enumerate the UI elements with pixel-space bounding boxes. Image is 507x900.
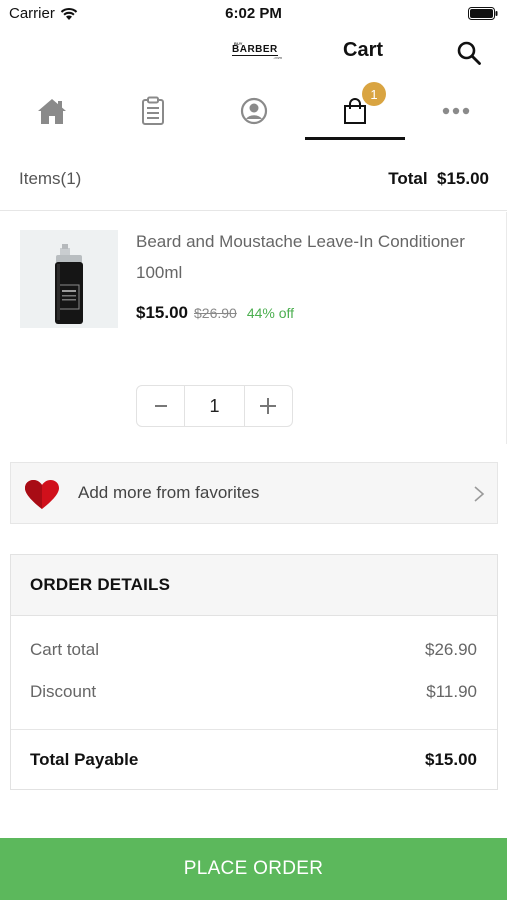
original-price: $26.90 [194,305,237,321]
plus-icon [260,398,277,414]
tab-cart[interactable] [305,80,405,142]
cart-summary: Items(1) Total $15.00 [0,160,507,196]
total-payable-row: Total Payable $15.00 [30,750,477,770]
heart-icon [25,480,59,509]
brand-logo[interactable]: BUY BARBER .com [232,41,284,60]
divider [11,729,497,730]
search-icon [457,41,481,65]
discount-label: Discount [30,682,97,701]
tab-profile[interactable] [204,80,304,142]
add-from-favorites[interactable]: Add more from favorites [10,462,498,524]
clipboard-icon [142,96,164,125]
cart-count-badge: 1 [362,82,386,106]
order-details-title: ORDER DETAILS [30,575,171,594]
quantity-stepper: 1 [136,385,293,427]
discount-value: $11.90 [426,682,477,701]
product-image[interactable] [20,230,118,328]
tab-home[interactable] [2,80,102,142]
page-title: Cart [343,39,384,61]
discount-percent: 44% off [246,305,295,321]
app-header: BUY BARBER .com Cart [0,28,507,74]
total-payable-value: $15.00 [425,750,477,769]
order-details-panel: ORDER DETAILS Cart total $26.90 Discount… [10,554,498,790]
cart-total-label: Cart total [30,640,99,659]
order-details-header: ORDER DETAILS [11,555,497,616]
decrease-quantity-button[interactable] [137,386,184,426]
product-name[interactable]: Beard and Moustache Leave-In Conditioner… [136,226,466,288]
tab-bar [0,80,507,142]
cart-total: Total $15.00 [388,169,489,188]
tab-orders[interactable] [103,80,203,142]
quantity-value[interactable]: 1 [184,386,245,426]
total-payable-label: Total Payable [30,750,139,769]
home-icon [38,99,66,124]
increase-quantity-button[interactable] [245,386,292,426]
status-time: 6:02 PM [225,5,282,22]
chevron-right-icon [474,486,485,502]
product-bottle-image [55,244,83,324]
minus-icon [154,405,167,407]
favorites-label: Add more from favorites [78,483,260,502]
cart-item: Beard and Moustache Leave-In Conditioner… [0,212,507,444]
profile-icon [240,97,268,125]
cart-total-value: $26.90 [425,640,477,659]
logo-wordmark: BARBER [232,44,278,56]
logo-bottom-text: .com [273,55,282,60]
search-button[interactable] [456,40,482,66]
divider [0,210,507,211]
shopping-bag-icon [344,98,366,124]
battery-icon [468,7,498,20]
status-bar: Carrier 6:02 PM [0,0,507,28]
items-count: Items(1) [19,169,82,188]
price-row: $15.00 $26.90 44% off [136,303,294,323]
tab-more[interactable] [406,80,506,142]
more-icon [442,107,470,115]
discount-row: Discount $11.90 [30,682,477,704]
place-order-button[interactable]: PLACE ORDER [0,838,507,900]
cart-total-row: Cart total $26.90 [30,640,477,662]
product-price: $15.00 [136,303,188,322]
